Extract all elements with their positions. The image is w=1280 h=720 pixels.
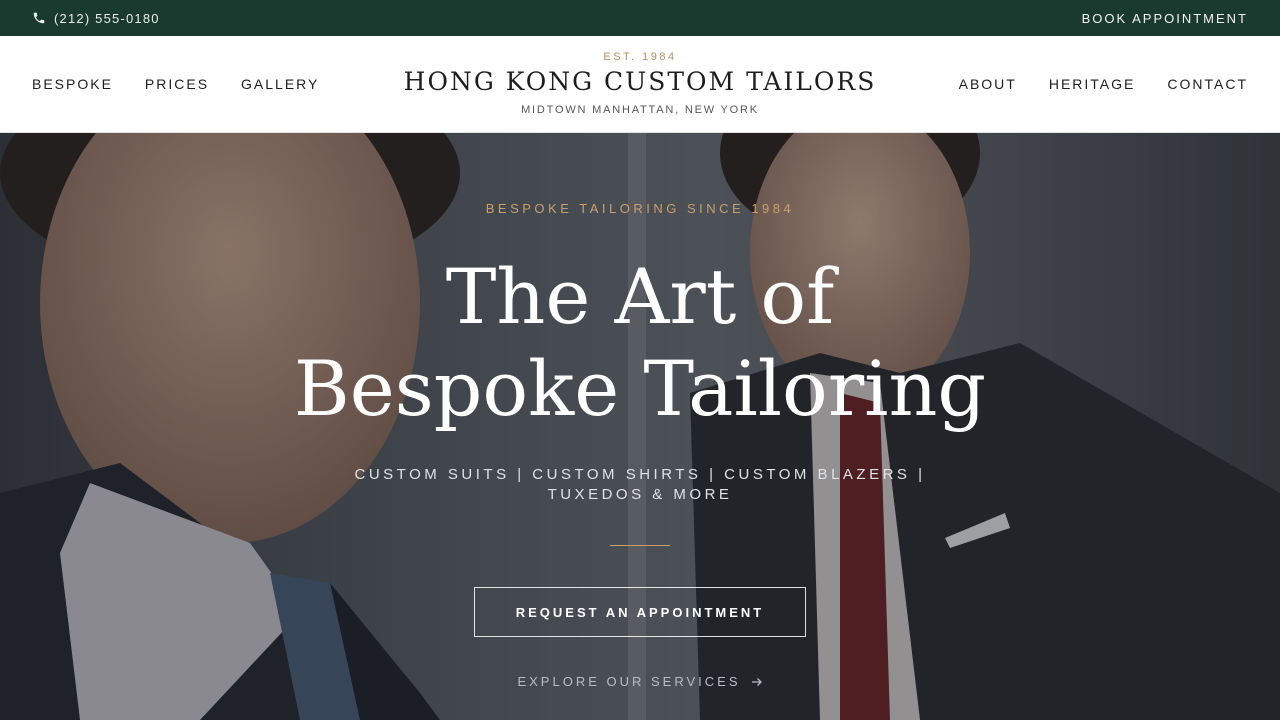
book-appointment-link[interactable]: BOOK APPOINTMENT (1082, 11, 1248, 26)
hero-section: BESPOKE TAILORING SINCE 1984 The Art of … (0, 133, 1280, 720)
brand-name: HONG KONG CUSTOM TAILORS (403, 67, 877, 96)
explore-services-label: EXPLORE OUR SERVICES (517, 674, 741, 689)
brand-logo[interactable]: EST. 1984 HONG KONG CUSTOM TAILORS MIDTO… (340, 36, 940, 132)
phone-icon (32, 11, 46, 25)
nav-prices[interactable]: PRICES (145, 76, 209, 92)
brand-location: MIDTOWN MANHATTAN, NEW YORK (521, 104, 759, 116)
nav-bespoke[interactable]: BESPOKE (32, 76, 113, 92)
hero-services: CUSTOM SUITS | CUSTOM SHIRTS | CUSTOM BL… (354, 466, 926, 503)
phone-contact[interactable]: (212) 555-0180 (32, 11, 160, 26)
explore-services-link[interactable]: EXPLORE OUR SERVICES (0, 674, 1280, 689)
hero-title-line1: The Art of (445, 252, 835, 341)
request-appointment-button[interactable]: REQUEST AN APPOINTMENT (474, 587, 806, 637)
nav-heritage[interactable]: HERITAGE (1049, 76, 1136, 92)
nav-about[interactable]: ABOUT (959, 76, 1017, 92)
site-header: BESPOKE PRICES GALLERY EST. 1984 HONG KO… (0, 36, 1280, 133)
hero-divider (610, 545, 670, 546)
nav-right: ABOUT HERITAGE CONTACT (959, 36, 1248, 132)
phone-number: (212) 555-0180 (54, 10, 160, 26)
brand-est: EST. 1984 (603, 51, 677, 63)
hero-title-line2: Bespoke Tailoring (293, 344, 987, 433)
top-bar: (212) 555-0180 BOOK APPOINTMENT (0, 0, 1280, 36)
hero-eyebrow: BESPOKE TAILORING SINCE 1984 (485, 201, 795, 216)
arrow-right-icon (751, 676, 763, 688)
nav-contact[interactable]: CONTACT (1167, 76, 1248, 92)
nav-left: BESPOKE PRICES GALLERY (32, 36, 319, 132)
nav-gallery[interactable]: GALLERY (241, 76, 319, 92)
